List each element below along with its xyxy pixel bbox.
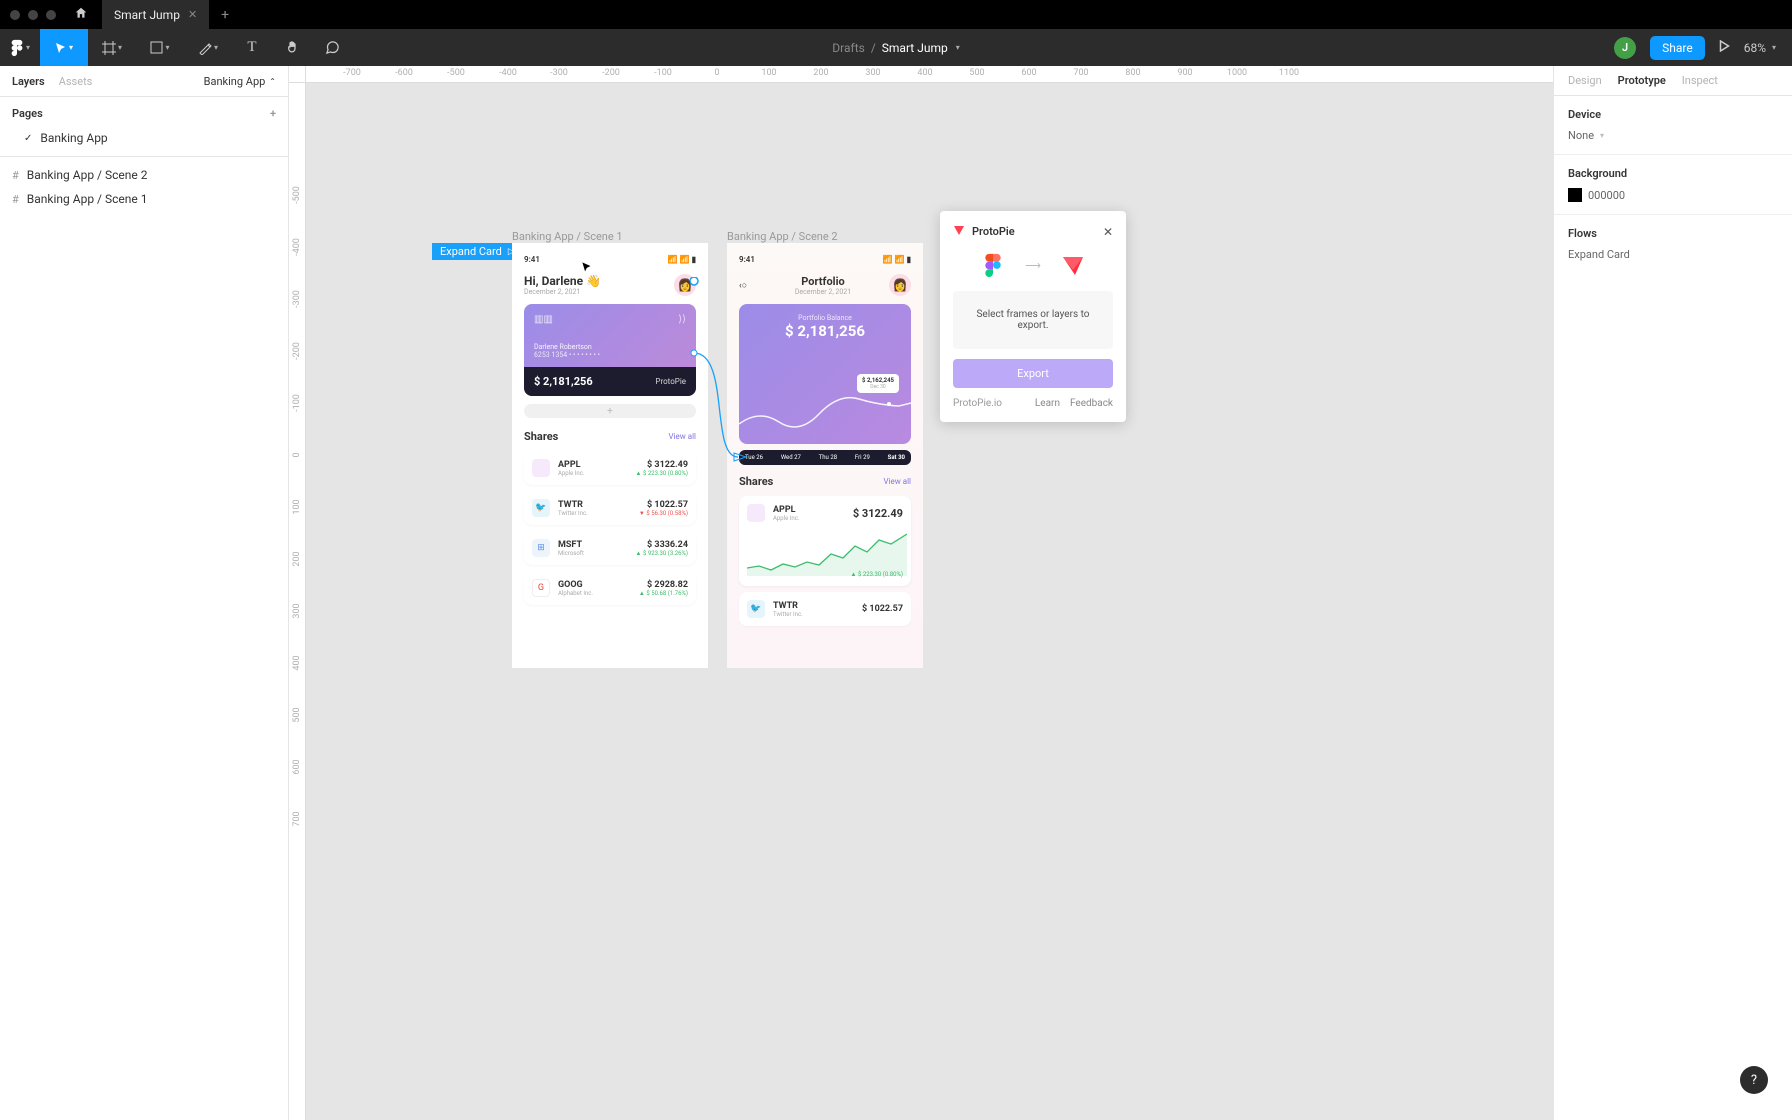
breadcrumb[interactable]: Drafts / Smart Jump ▾: [832, 41, 959, 55]
artboard-scene-2[interactable]: 9:41📶 📶 ▮ ‹○ Portfolio December 2, 2021 …: [727, 243, 923, 668]
page-selector[interactable]: Banking App ⌃: [204, 75, 276, 88]
export-button[interactable]: Export: [953, 359, 1113, 388]
figma-menu-button[interactable]: ▾: [0, 29, 40, 66]
user-avatar: 👩: [674, 274, 696, 296]
twitter-icon: 🐦: [747, 600, 765, 618]
layer-frame-item[interactable]: # Banking App / Scene 1: [0, 187, 288, 211]
share-row: ⊞ MSFTMicrosoft $ 3336.24▲ $ 923.30 (3.2…: [524, 531, 696, 565]
learn-link[interactable]: Learn: [1035, 398, 1060, 409]
protopie-logo-large-icon: [1061, 253, 1085, 277]
check-icon: ✓: [24, 133, 32, 144]
flow-item[interactable]: Expand Card: [1568, 248, 1778, 261]
flows-section-title: Flows: [1568, 227, 1778, 240]
tab-label: Smart Jump: [114, 8, 180, 22]
logo-transfer-graphic: ⟶: [953, 253, 1113, 277]
user-avatar[interactable]: J: [1614, 37, 1636, 59]
export-instruction: Select frames or layers to export.: [953, 291, 1113, 349]
background-color-field[interactable]: 000000: [1568, 188, 1778, 202]
home-icon[interactable]: [74, 6, 88, 24]
macos-titlebar: Smart Jump ✕ +: [0, 0, 1792, 29]
flow-start-label[interactable]: Expand Card ▷: [432, 243, 523, 260]
protopie-logo-icon: [953, 224, 965, 239]
protopie-site-link[interactable]: ProtoPie.io: [953, 398, 1002, 409]
drafts-folder[interactable]: Drafts: [832, 41, 865, 55]
frame-label[interactable]: Banking App / Scene 1: [512, 230, 623, 243]
tab-inspect[interactable]: Inspect: [1682, 74, 1718, 87]
back-icon: ‹○: [739, 281, 747, 291]
file-tab[interactable]: Smart Jump ✕: [102, 0, 209, 29]
present-button[interactable]: [1719, 40, 1730, 55]
divider: [0, 156, 288, 157]
right-panel: Design Prototype Inspect Device None▾ Ba…: [1553, 66, 1792, 1120]
share-button[interactable]: Share: [1650, 36, 1705, 60]
greeting-text: Hi, Darlene 👋: [524, 274, 601, 288]
portfolio-card: Portfolio Balance $ 2,181,256 $ 2,162,24…: [739, 304, 911, 444]
device-section-title: Device: [1568, 108, 1778, 121]
phone-status-bar: 9:41📶 📶 ▮: [739, 255, 911, 264]
help-button[interactable]: ?: [1740, 1066, 1768, 1094]
date-text: December 2, 2021: [524, 288, 601, 296]
user-avatar: 👩: [889, 274, 911, 296]
twtr-icon: 🐦: [532, 499, 550, 517]
text-tool[interactable]: T: [232, 29, 272, 66]
frame-icon: #: [12, 169, 19, 182]
traffic-lights[interactable]: [10, 10, 56, 20]
page-title: Portfolio: [757, 275, 889, 288]
layer-frame-item[interactable]: # Banking App / Scene 2: [0, 163, 288, 187]
share-row: 🐦 TWTR Twitter Inc. $ 1022.57: [739, 592, 911, 626]
move-tool[interactable]: ▾: [40, 29, 88, 66]
date-strip: Tue 26Wed 27Thu 28Fri 29Sat 30: [739, 450, 911, 465]
file-name[interactable]: Smart Jump: [882, 41, 948, 55]
frame-tool[interactable]: ▾: [88, 29, 136, 66]
canvas[interactable]: -700 -600 -500 -400 -300 -200 -100 0 100…: [289, 66, 1553, 1120]
chevron-down-icon[interactable]: ▾: [956, 43, 960, 52]
artboard-scene-1[interactable]: 9:41📶 📶 ▮ Hi, Darlene 👋 December 2, 2021…: [512, 243, 708, 668]
card-chip-icon: ▥▥: [534, 314, 686, 325]
tab-prototype[interactable]: Prototype: [1618, 74, 1666, 87]
ruler-corner: [289, 66, 306, 83]
chart-tooltip: $ 2,162,245 Dec 30: [857, 374, 899, 393]
color-swatch[interactable]: [1568, 188, 1582, 202]
share-card-large: APPL Apple Inc. $ 3122.49 ▲ $ 223.30 (0.…: [739, 496, 911, 586]
ruler-vertical: -500 -400 -300 -200 -100 0 100 200 300 4…: [289, 83, 306, 1120]
comment-tool[interactable]: [312, 29, 352, 66]
contactless-icon: ⟩⟩: [678, 314, 686, 325]
ruler-horizontal: -700 -600 -500 -400 -300 -200 -100 0 100…: [306, 66, 1553, 83]
arrow-right-icon: ⟶: [1025, 259, 1041, 272]
share-row: APPLApple Inc. $ 3122.49▲ $ 223.30 (0.80…: [524, 451, 696, 485]
tab-assets[interactable]: Assets: [59, 75, 93, 88]
apple-icon: [747, 504, 765, 522]
pen-tool[interactable]: ▾: [184, 29, 232, 66]
add-card-button: +: [524, 404, 696, 418]
pages-title: Pages: [12, 107, 43, 120]
tab-layers[interactable]: Layers: [12, 75, 45, 88]
share-row: 🐦 TWTRTwitter Inc. $ 1022.57▼ $ 56.30 (0…: [524, 491, 696, 525]
share-row: G GOOGAlphabet Inc. $ 2928.82▲ $ 50.68 (…: [524, 571, 696, 605]
goog-icon: G: [532, 579, 550, 597]
add-page-button[interactable]: +: [270, 107, 276, 120]
toolbar: ▾ ▾ ▾ ▾ ▾ T Drafts / Smart Jump ▾ J Shar…: [0, 29, 1792, 66]
tab-design[interactable]: Design: [1568, 74, 1602, 87]
protopie-plugin-panel[interactable]: ProtoPie ✕ ⟶: [940, 211, 1126, 422]
left-panel: Layers Assets Banking App ⌃ Pages + ✓ Ba…: [0, 66, 289, 1120]
msft-icon: ⊞: [532, 539, 550, 557]
figma-logo-icon: [981, 253, 1005, 277]
close-icon[interactable]: ✕: [188, 8, 197, 21]
phone-status-bar: 9:41📶 📶 ▮: [524, 255, 696, 264]
frame-icon: #: [12, 193, 19, 206]
credit-card: ▥▥ ⟩⟩ Darlene Robertson 6253 1354 • • • …: [524, 304, 696, 396]
page-item[interactable]: ✓ Banking App: [0, 126, 288, 150]
device-dropdown[interactable]: None▾: [1568, 129, 1778, 142]
hand-tool[interactable]: [272, 29, 312, 66]
zoom-control[interactable]: 68%▾: [1744, 41, 1776, 55]
appl-icon: [532, 459, 550, 477]
close-button[interactable]: ✕: [1103, 225, 1113, 239]
shape-tool[interactable]: ▾: [136, 29, 184, 66]
feedback-link[interactable]: Feedback: [1070, 398, 1113, 409]
background-section-title: Background: [1568, 167, 1778, 180]
new-tab-button[interactable]: +: [221, 7, 229, 23]
frame-label[interactable]: Banking App / Scene 2: [727, 230, 838, 243]
